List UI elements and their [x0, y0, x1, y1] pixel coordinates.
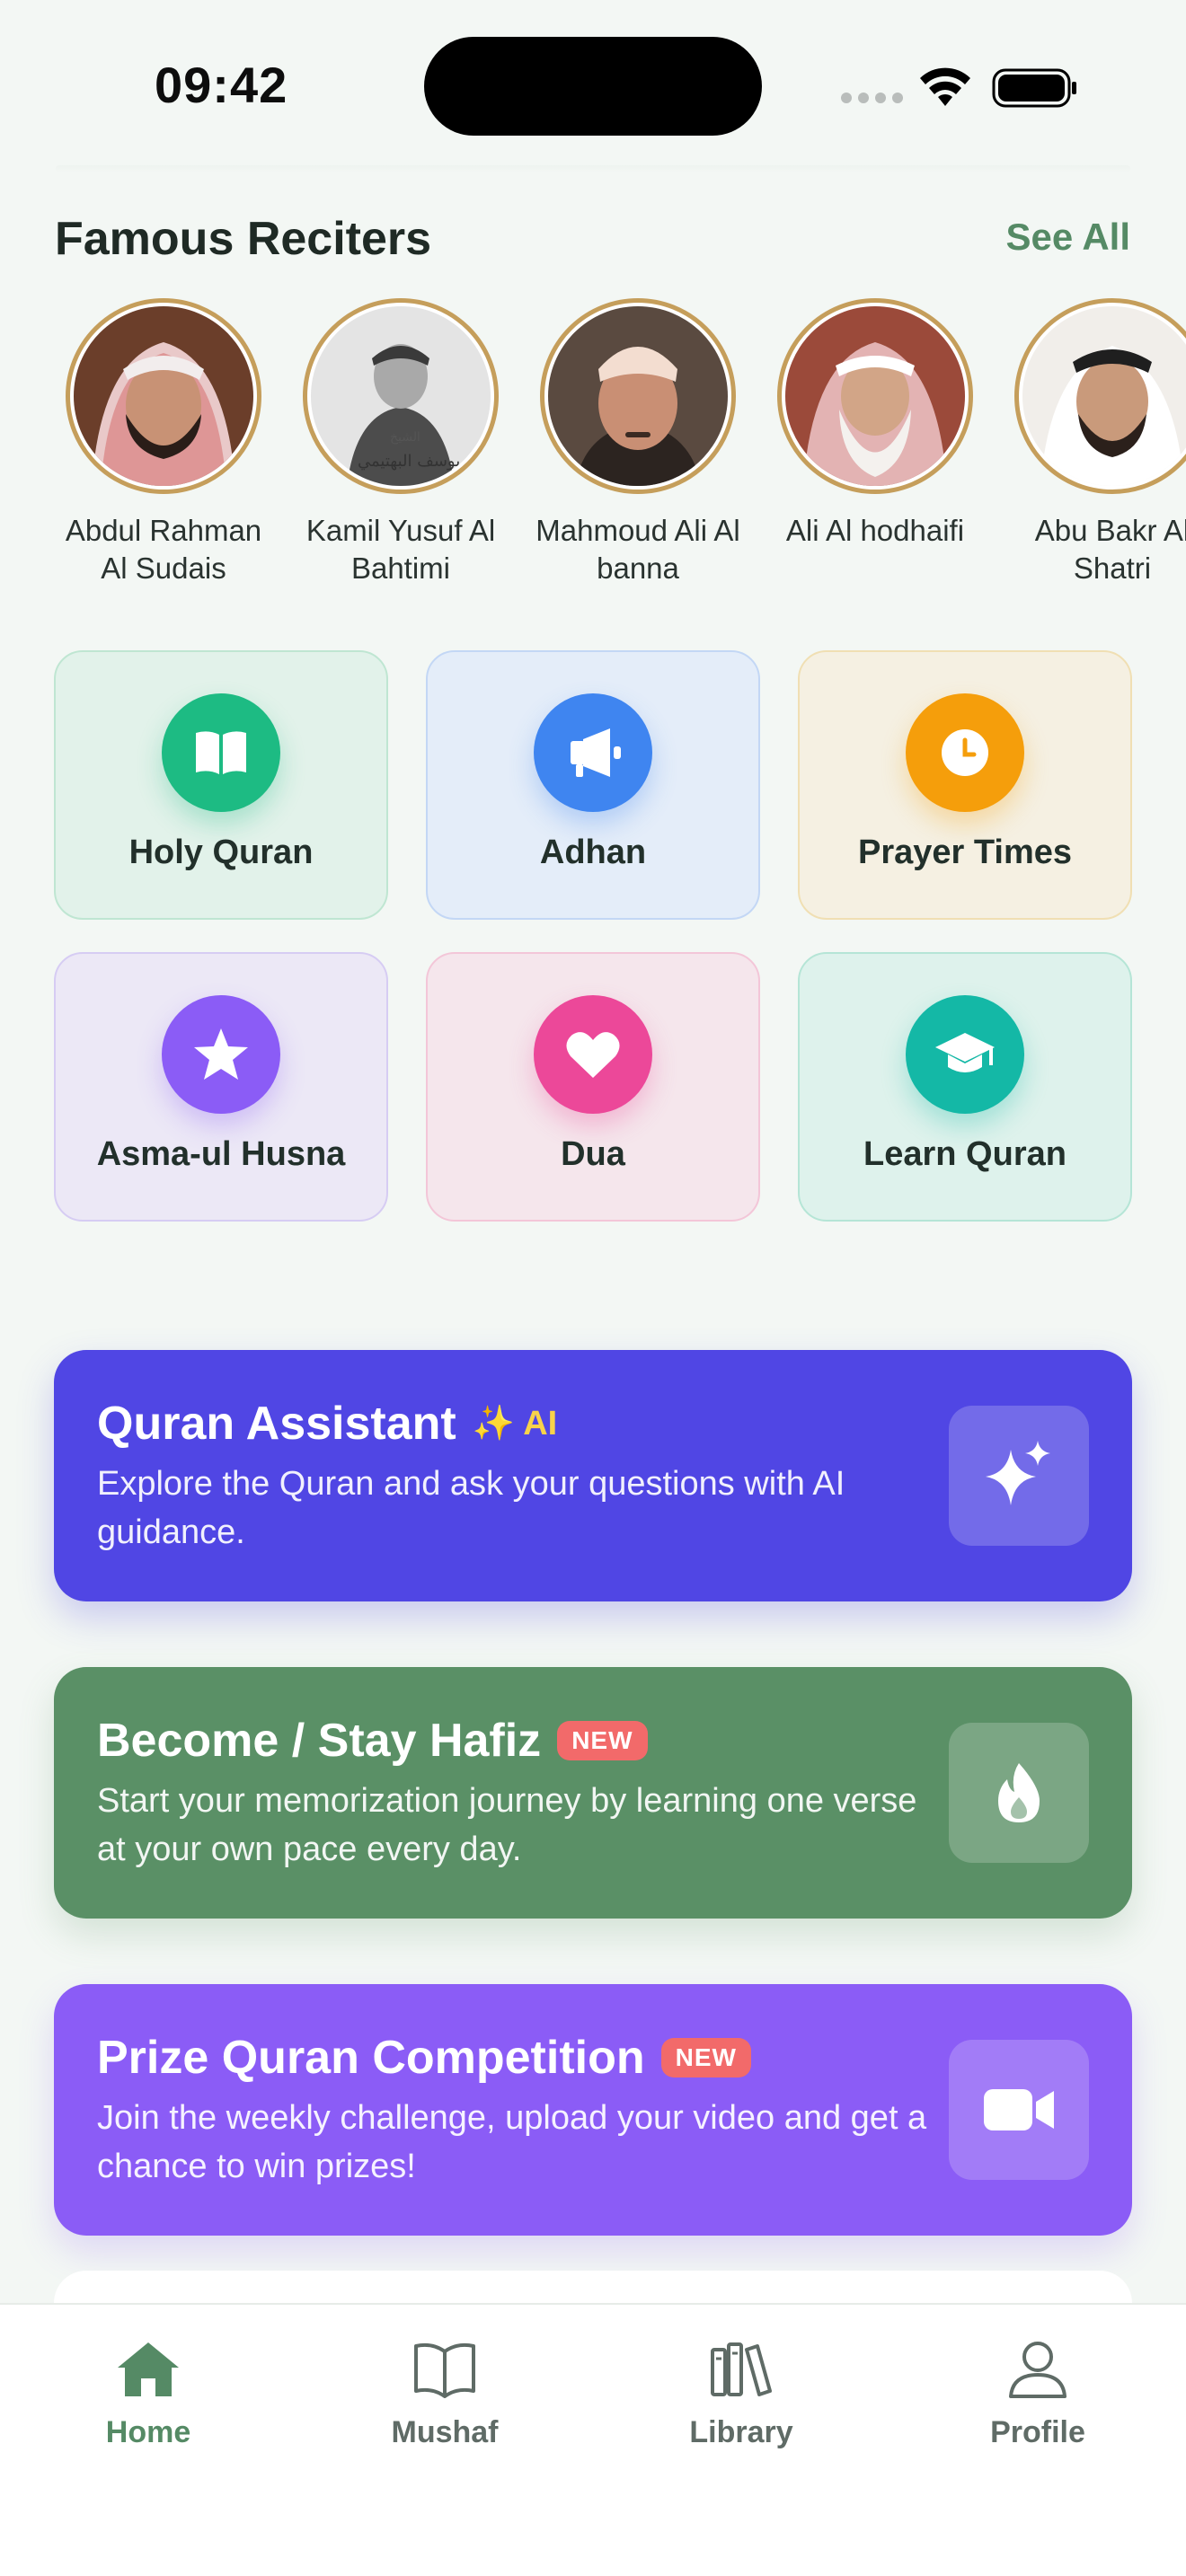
- tile-prayer-times[interactable]: Prayer Times: [798, 650, 1132, 920]
- new-badge: NEW: [557, 1721, 648, 1760]
- card-prize-competition[interactable]: Prize Quran Competition NEW Join the wee…: [54, 1984, 1132, 2236]
- flame-icon: [949, 1723, 1089, 1863]
- status-time: 09:42: [155, 57, 288, 113]
- tile-label: Prayer Times: [857, 834, 1073, 871]
- clock-icon: [906, 693, 1024, 812]
- reciter-photo: الشيخ أبو يوسف البهتيمي: [311, 306, 491, 486]
- avatar: [540, 298, 736, 494]
- card-title-row: Prize Quran Competition NEW: [97, 2031, 751, 2085]
- avatar: [1014, 298, 1186, 494]
- nav-label: Profile: [990, 2415, 1085, 2449]
- reciter-card[interactable]: Abdul Rahman Al Sudais: [56, 298, 271, 587]
- reciter-name: Ali Al hodhaifi: [785, 514, 965, 547]
- card-quran-assistant[interactable]: Quran Assistant ✨ AI Explore the Quran a…: [54, 1350, 1132, 1601]
- reciter-photo: [1022, 306, 1186, 486]
- nav-profile[interactable]: Profile: [930, 2341, 1146, 2450]
- video-camera-icon: [949, 2040, 1089, 2180]
- card-description: Explore the Quran and ask your questions…: [97, 1465, 845, 1551]
- dynamic-island: [424, 37, 762, 136]
- tile-label: Learn Quran: [863, 1135, 1067, 1173]
- tile-dua[interactable]: Dua: [426, 952, 760, 1222]
- reciter-name: Mahmoud Ali Al banna: [535, 514, 740, 585]
- open-book-icon: [162, 693, 280, 812]
- nav-label: Home: [105, 2415, 191, 2449]
- tile-label: Asma-ul Husna: [96, 1135, 346, 1173]
- user-icon: [1009, 2342, 1067, 2398]
- reciter-name: Kamil Yusuf Al Bahtimi: [305, 514, 496, 585]
- tile-label: Holy Quran: [128, 834, 314, 871]
- card-title: Prize Quran Competition: [97, 2032, 645, 2084]
- reciter-card[interactable]: الشيخ أبو يوسف البهتيمي Kamil Yusuf Al B…: [293, 298, 509, 587]
- photo-caption-line-2: أبو يوسف البهتيمي: [358, 450, 482, 471]
- ai-tag-label: AI: [523, 1405, 558, 1442]
- reciter-photo: [548, 306, 728, 486]
- library-icon: [711, 2342, 772, 2396]
- header-divider: [56, 165, 1130, 172]
- nav-label: Library: [689, 2415, 793, 2449]
- reciter-photo: [74, 306, 253, 486]
- ai-tag: ✨ AI: [472, 1405, 558, 1442]
- tile-learn-quran[interactable]: Learn Quran: [798, 952, 1132, 1222]
- tile-adhan[interactable]: Adhan: [426, 650, 760, 920]
- tile-label: Dua: [561, 1135, 625, 1173]
- signal-icon: [841, 93, 903, 103]
- tile-holy-quran[interactable]: Holy Quran: [54, 650, 388, 920]
- reciter-name: Abdul Rahman Al Sudais: [65, 514, 262, 585]
- new-badge: NEW: [660, 2038, 751, 2078]
- reciter-card[interactable]: Abu Bakr Al Shatri: [1005, 298, 1186, 587]
- star-icon: [162, 995, 280, 1114]
- battery-icon: [992, 68, 1076, 108]
- sparkles-icon: [949, 1406, 1089, 1546]
- avatar: الشيخ أبو يوسف البهتيمي: [303, 298, 499, 494]
- wifi-icon: [920, 67, 970, 106]
- tile-label: Adhan: [539, 834, 647, 871]
- megaphone-icon: [534, 693, 652, 812]
- tile-asma-ul-husna[interactable]: Asma-ul Husna: [54, 952, 388, 1222]
- book-icon: [414, 2342, 475, 2398]
- card-description: Join the weekly challenge, upload your v…: [97, 2099, 927, 2185]
- card-become-hafiz[interactable]: Become / Stay Hafiz NEW Start your memor…: [54, 1667, 1132, 1919]
- card-title: Quran Assistant: [97, 1398, 456, 1450]
- reciter-name: Abu Bakr Al Shatri: [1034, 514, 1186, 585]
- home-icon: [118, 2342, 179, 2396]
- reciter-photo: [785, 306, 965, 486]
- nav-mushaf[interactable]: Mushaf: [337, 2341, 553, 2450]
- section-title-reciters: Famous Reciters: [55, 213, 432, 265]
- photo-caption-line-1: الشيخ: [390, 430, 420, 445]
- reciter-card[interactable]: Ali Al hodhaifi: [767, 298, 983, 550]
- nav-home[interactable]: Home: [40, 2341, 256, 2450]
- reciter-card[interactable]: Mahmoud Ali Al banna: [530, 298, 746, 587]
- graduation-cap-icon: [906, 995, 1024, 1114]
- card-title-row: Become / Stay Hafiz NEW: [97, 1714, 648, 1768]
- nav-label: Mushaf: [391, 2415, 499, 2449]
- see-all-link[interactable]: See All: [1005, 216, 1130, 259]
- card-description: Start your memorization journey by learn…: [97, 1782, 917, 1868]
- card-title: Become / Stay Hafiz: [97, 1715, 542, 1767]
- reciters-carousel[interactable]: Abdul Rahman Al Sudais الشيخ أبو يوسف ال…: [56, 298, 1186, 595]
- nav-library[interactable]: Library: [633, 2341, 849, 2450]
- bottom-nav: Home Mushaf Library Profile: [0, 2303, 1186, 2576]
- card-title-row: Quran Assistant ✨ AI: [97, 1397, 557, 1451]
- status-bar: 09:42: [0, 0, 1186, 171]
- avatar: [66, 298, 261, 494]
- heart-icon: [534, 995, 652, 1114]
- avatar: [777, 298, 973, 494]
